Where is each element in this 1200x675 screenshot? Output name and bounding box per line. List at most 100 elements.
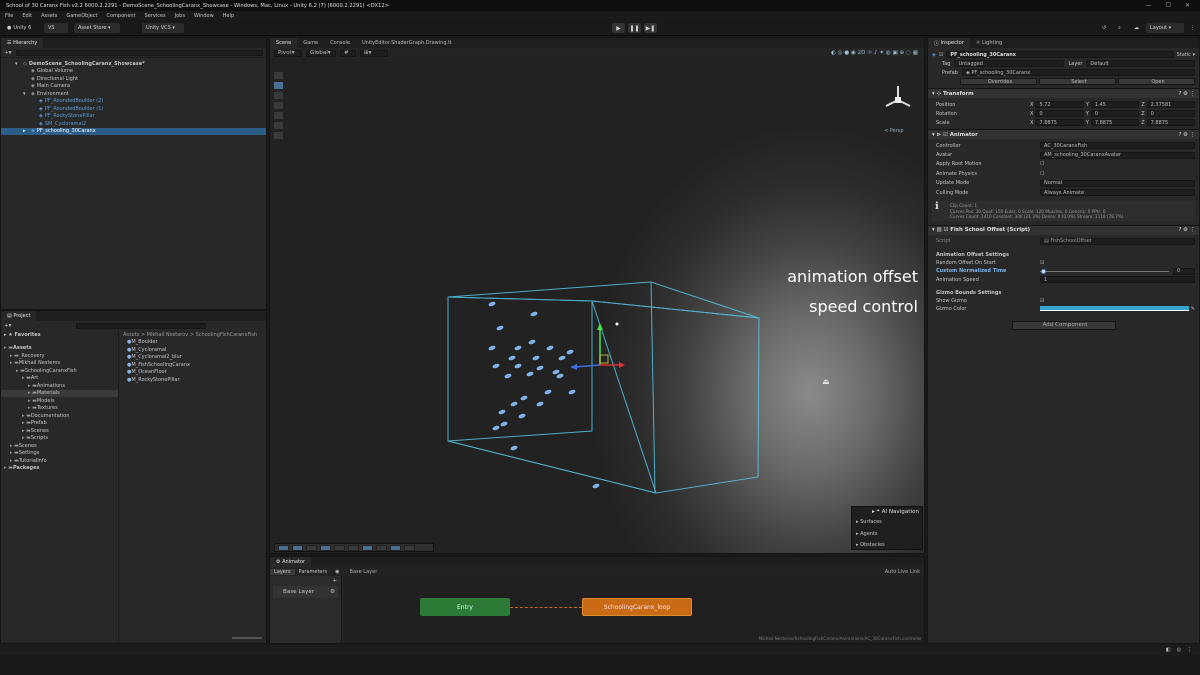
menu-item-help[interactable]: Help: [223, 13, 234, 19]
asset-store-button[interactable]: Asset Store ▾: [74, 23, 120, 33]
animator-graph[interactable]: Entry SchoolingCaranx_loop Mikhail Neste…: [343, 576, 924, 643]
ai-nav-header[interactable]: ▸ ⌖ AI Navigation: [852, 507, 922, 516]
tab-project[interactable]: ▤ Project: [1, 311, 37, 321]
bottom-tool-6-icon[interactable]: [348, 545, 359, 551]
project-folder[interactable]: ▸ ▬ Prefab: [1, 420, 118, 428]
hierarchy-item[interactable]: ▾ ◈ Environment: [1, 90, 266, 98]
animator-menu-icon[interactable]: ? ⚙ ⋮: [1178, 132, 1199, 138]
bottom-tool-10-icon[interactable]: [404, 545, 415, 551]
project-folder[interactable]: ▸ ▬ Assets: [1, 345, 118, 353]
ai-nav-obstacles[interactable]: ▸ Obstacles: [852, 540, 922, 550]
hierarchy-item[interactable]: ◈ PF_RoundedBoulder (2): [1, 98, 266, 106]
layer-dropdown[interactable]: Default: [1086, 60, 1195, 67]
custom-time-field[interactable]: 0: [1173, 267, 1195, 275]
play-button[interactable]: ▶: [612, 23, 625, 33]
project-file[interactable]: ● M_Cycloramal2_blur: [121, 354, 266, 362]
speed-field[interactable]: 1: [1040, 276, 1195, 284]
project-folder[interactable]: ▸ ▬ Documentation: [1, 412, 118, 420]
tab-lighting[interactable]: ☼ Lighting: [970, 38, 1008, 48]
entry-state[interactable]: Entry: [420, 598, 510, 616]
menu-item-assets[interactable]: Assets: [41, 13, 57, 19]
eye-icon[interactable]: ◉: [335, 569, 339, 575]
bottom-tool-1-icon[interactable]: [278, 545, 289, 551]
animator-row-checkbox[interactable]: ☐: [1040, 161, 1044, 167]
project-file[interactable]: ● M_Cycloramal: [121, 346, 266, 354]
unity-vcs-button[interactable]: Unity VCS ▾: [142, 23, 184, 33]
vcs-button[interactable]: VS: [44, 23, 68, 33]
tab-game[interactable]: Game: [297, 38, 324, 48]
pause-button[interactable]: ❚❚: [628, 23, 641, 33]
grid-snap-button[interactable]: #: [340, 49, 356, 57]
global-dropdown[interactable]: Global ▾: [306, 49, 336, 57]
breadcrumb-base-layer[interactable]: Base Layer: [350, 569, 378, 575]
bottom-tool-7-icon[interactable]: [362, 545, 373, 551]
project-folder[interactable]: ▸ ▬ SchoolingCaranxFish: [1, 367, 118, 375]
menu-item-edit[interactable]: Edit: [22, 13, 32, 19]
bottom-tool-5-icon[interactable]: [334, 545, 345, 551]
gizmo-color-swatch[interactable]: [1040, 306, 1189, 312]
bottom-tool-9-icon[interactable]: [390, 545, 401, 551]
hierarchy-item[interactable]: ▾ ◇ DemoScene_SchoolingCaranx_Showcase*: [1, 60, 266, 68]
animator-row-field[interactable]: AM_schooling_30CaranxAvatar: [1040, 151, 1195, 159]
custom-time-slider[interactable]: 0: [1040, 267, 1195, 275]
layer-settings-icon[interactable]: ⚙: [330, 589, 335, 595]
component-menu-icon[interactable]: ? ⚙ ⋮: [1178, 91, 1199, 97]
static-toggle[interactable]: Static: [1177, 52, 1191, 58]
auto-live-link-toggle[interactable]: Auto Live Link: [885, 569, 924, 575]
transform-z-field[interactable]: 7.8875: [1146, 119, 1196, 126]
project-file[interactable]: ● M_FishSchoolingCaranx: [121, 361, 266, 369]
menu-item-gameobject[interactable]: GameObject: [66, 13, 97, 19]
transform-y-field[interactable]: 1.45: [1090, 101, 1140, 108]
zoom-slider[interactable]: [232, 637, 262, 639]
layout-dropdown[interactable]: Layout ▾: [1146, 23, 1184, 33]
transform-z-field[interactable]: 0: [1146, 110, 1196, 117]
active-checkbox[interactable]: ☑: [939, 52, 943, 58]
tab-hierarchy[interactable]: ☰ Hierarchy: [1, 38, 44, 48]
menu-item-window[interactable]: Window: [194, 13, 214, 19]
status-icon-1[interactable]: ◧: [1166, 647, 1171, 653]
hierarchy-item[interactable]: ◈ Global Volume: [1, 68, 266, 76]
favorites-header[interactable]: ▸ ★ Favorites: [1, 331, 118, 339]
project-file[interactable]: ● M_RockyStonePillar: [121, 376, 266, 384]
tab-inspector[interactable]: ⓘ Inspector: [928, 38, 970, 48]
status-icon-2[interactable]: ◎: [1177, 647, 1181, 653]
transform-header[interactable]: ▾ ⊹ Transform? ⚙ ⋮: [928, 88, 1199, 98]
more-icon[interactable]: ⋮: [1186, 23, 1196, 33]
slider-thumb[interactable]: [1041, 268, 1046, 274]
add-component-button[interactable]: Add Component: [1011, 320, 1116, 330]
eyedropper-icon[interactable]: ✎: [1191, 306, 1195, 312]
transform-x-field[interactable]: 7.8875: [1035, 119, 1084, 126]
project-file[interactable]: ● M_Boulder: [121, 339, 266, 347]
bottom-tool-8-icon[interactable]: [376, 545, 387, 551]
search-icon[interactable]: ⌕: [1114, 23, 1126, 33]
hierarchy-item[interactable]: ◈ Main Camera: [1, 83, 266, 91]
add-icon[interactable]: +▾: [4, 50, 12, 56]
project-file[interactable]: ● M_OceanFloor: [121, 369, 266, 377]
menu-item-services[interactable]: Services: [145, 13, 166, 19]
overrides-button[interactable]: Overrides: [960, 78, 1037, 85]
scene-view-options[interactable]: ◐ ◎ ● ◉ 2D ☼ ♪ ✦ ◍ ▣ ⊕ ◌ ▦: [831, 50, 924, 56]
default-state[interactable]: SchoolingCaranx_loop: [582, 598, 692, 616]
status-icon-3[interactable]: ⋮: [1187, 647, 1192, 653]
project-folder[interactable]: ▸ ▬ Mikhail Nesterov: [1, 360, 118, 368]
project-folder[interactable]: ▸ ▬ TutorialInfo: [1, 457, 118, 465]
script-header[interactable]: ▾ ▤ ☑ Fish School Offset (Script)? ⚙ ⋮: [928, 224, 1199, 235]
tab-shadergraph[interactable]: UnityEditor.ShaderGraph.Drawing.It: [356, 38, 458, 48]
history-icon[interactable]: ↺: [1098, 23, 1110, 33]
bottom-tool-3-icon[interactable]: [306, 545, 317, 551]
bottom-tool-2-icon[interactable]: [292, 545, 303, 551]
account-button[interactable]: ● Unity 6: [3, 23, 37, 33]
project-folder[interactable]: ▸ ▬ Scenes: [1, 442, 118, 450]
bottom-tool-4-icon[interactable]: [320, 545, 331, 551]
animator-row-field[interactable]: AC_30CaranxFish: [1040, 142, 1195, 150]
tab-scene[interactable]: Scene: [270, 38, 298, 48]
project-folder[interactable]: ▸ ▬ Materials: [1, 389, 118, 397]
transform-x-field[interactable]: 5.72: [1035, 101, 1084, 108]
menu-item-file[interactable]: File: [5, 13, 13, 19]
layer-item-base[interactable]: Base Layer ⚙: [273, 586, 338, 598]
animator-row-field[interactable]: Always Animate: [1040, 189, 1195, 197]
project-folder[interactable]: ▸ ▬ Settings: [1, 450, 118, 458]
tag-dropdown[interactable]: Untagged: [954, 60, 1065, 67]
open-button[interactable]: Open: [1118, 78, 1195, 85]
project-folder[interactable]: ▸ ▬ Packages: [1, 465, 118, 473]
